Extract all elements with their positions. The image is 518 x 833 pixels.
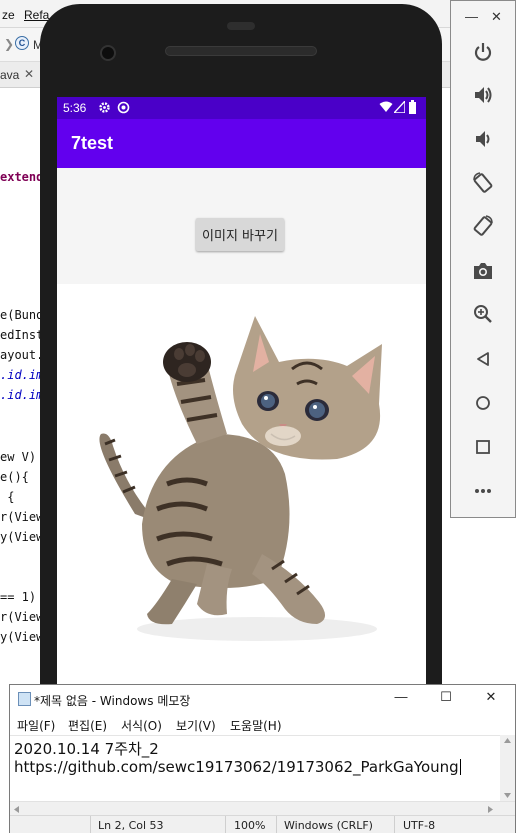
- rotate-left-button[interactable]: [470, 170, 496, 196]
- minimize-button[interactable]: —: [465, 9, 478, 24]
- desktop: ze Refa ❯ C M ava ✕ extends e(Bundl edIn…: [0, 0, 518, 833]
- ide-menu-item[interactable]: Refa: [24, 8, 49, 22]
- scroll-up-icon[interactable]: [504, 738, 511, 743]
- change-image-button[interactable]: 이미지 바꾸기: [196, 218, 284, 251]
- power-icon: [474, 43, 492, 61]
- image-view: [57, 284, 426, 697]
- scroll-right-icon[interactable]: [488, 806, 493, 813]
- screenshot-button[interactable]: [470, 258, 496, 284]
- notepad-menubar: 파일(F) 편집(E) 서식(O) 보기(V) 도움말(H): [10, 713, 515, 735]
- app-title: 7test: [71, 133, 114, 153]
- more-icon: [475, 489, 491, 493]
- minimize-button[interactable]: —: [386, 689, 416, 709]
- zoom-button[interactable]: [470, 301, 496, 327]
- more-button[interactable]: [470, 478, 496, 504]
- device-screen[interactable]: 5:36 7test 이미지 바꾸기: [57, 97, 426, 697]
- code-line: e(){: [0, 470, 29, 484]
- window-title: *제목 없음 - Windows 메모장: [34, 694, 191, 708]
- scroll-down-icon[interactable]: [504, 793, 511, 798]
- data-saver-icon: [117, 101, 130, 114]
- back-icon: [477, 352, 489, 366]
- volume-down-button[interactable]: [470, 126, 496, 152]
- notepad-text-area[interactable]: 2020.10.14 7주차_2 https://github.com/sewc…: [10, 735, 500, 801]
- code-line: r(View: [0, 610, 44, 624]
- volume-up-button[interactable]: [470, 82, 496, 108]
- front-camera-icon: [100, 45, 116, 61]
- code-line: r(View: [0, 510, 44, 524]
- text-line-with-caret: https://github.com/sewc19173062/19173062…: [14, 758, 461, 776]
- zoom-level: 100%: [234, 819, 266, 832]
- close-button[interactable]: ✕: [491, 9, 502, 25]
- cursor-position: Ln 2, Col 53: [98, 819, 164, 832]
- code-line: == 1): [0, 590, 37, 604]
- vertical-scrollbar[interactable]: [500, 735, 515, 801]
- overview-button[interactable]: [470, 434, 496, 460]
- status-bar: Ln 2, Col 53 100% Windows (CRLF) UTF-8: [10, 815, 515, 833]
- close-icon[interactable]: ✕: [24, 67, 34, 81]
- status-bar: 5:36: [57, 97, 426, 119]
- rotate-right-button[interactable]: [470, 213, 496, 239]
- ide-menu-item[interactable]: ze: [2, 8, 15, 22]
- notepad-window: *제목 없음 - Windows 메모장 — ☐ ✕ 파일(F) 편집(E) 서…: [9, 684, 516, 833]
- line-ending: Windows (CRLF): [284, 819, 373, 832]
- phone-speaker-grille: [165, 46, 317, 56]
- battery-icon: [409, 100, 416, 114]
- rotate-right-icon: [473, 215, 493, 236]
- overview-icon: [476, 440, 490, 454]
- text-line: https://github.com/sewc19173062/19173062…: [14, 758, 459, 776]
- menu-file[interactable]: 파일(F): [17, 717, 55, 734]
- menu-help[interactable]: 도움말(H): [230, 717, 282, 734]
- editor-tab[interactable]: ava: [0, 68, 19, 82]
- menu-view[interactable]: 보기(V): [176, 717, 216, 734]
- horizontal-scrollbar[interactable]: [10, 801, 515, 815]
- status-time: 5:36: [63, 101, 87, 115]
- text-caret: [459, 759, 461, 775]
- text-line: 2020.10.14 7주차_2: [14, 740, 159, 758]
- class-icon: C: [15, 36, 29, 50]
- scroll-left-icon[interactable]: [14, 806, 19, 813]
- phone-top-slot: [227, 22, 255, 30]
- close-button[interactable]: ✕: [476, 689, 506, 709]
- kitten-image: [99, 316, 382, 641]
- code-line: ew V): [0, 450, 37, 464]
- code-line: {: [0, 490, 15, 504]
- zoom-icon: [474, 305, 492, 323]
- camera-icon: [474, 263, 492, 279]
- code-line: y(View: [0, 530, 44, 544]
- wifi-icon: [379, 101, 393, 112]
- chevron-right-icon[interactable]: ❯: [4, 37, 14, 51]
- app-bar: 7test: [57, 119, 426, 168]
- code-line: y(View: [0, 630, 44, 644]
- maximize-button[interactable]: ☐: [431, 689, 461, 709]
- volume-down-icon: [476, 131, 490, 147]
- power-button[interactable]: [470, 39, 496, 65]
- signal-icon: [394, 101, 405, 113]
- settings-icon: [99, 102, 110, 113]
- home-icon: [476, 396, 490, 410]
- code-line: .id.im: [0, 388, 44, 402]
- emulator-toolbar: — ✕: [450, 0, 516, 518]
- menu-format[interactable]: 서식(O): [121, 717, 162, 734]
- volume-up-icon: [475, 87, 492, 103]
- back-button[interactable]: [470, 346, 496, 372]
- home-button[interactable]: [470, 390, 496, 416]
- notepad-icon: [18, 692, 31, 706]
- menu-edit[interactable]: 편집(E): [68, 717, 107, 734]
- encoding: UTF-8: [403, 819, 436, 832]
- button-area: 이미지 바꾸기: [57, 168, 426, 284]
- notepad-titlebar[interactable]: *제목 없음 - Windows 메모장 — ☐ ✕: [10, 685, 515, 713]
- rotate-left-icon: [473, 172, 493, 193]
